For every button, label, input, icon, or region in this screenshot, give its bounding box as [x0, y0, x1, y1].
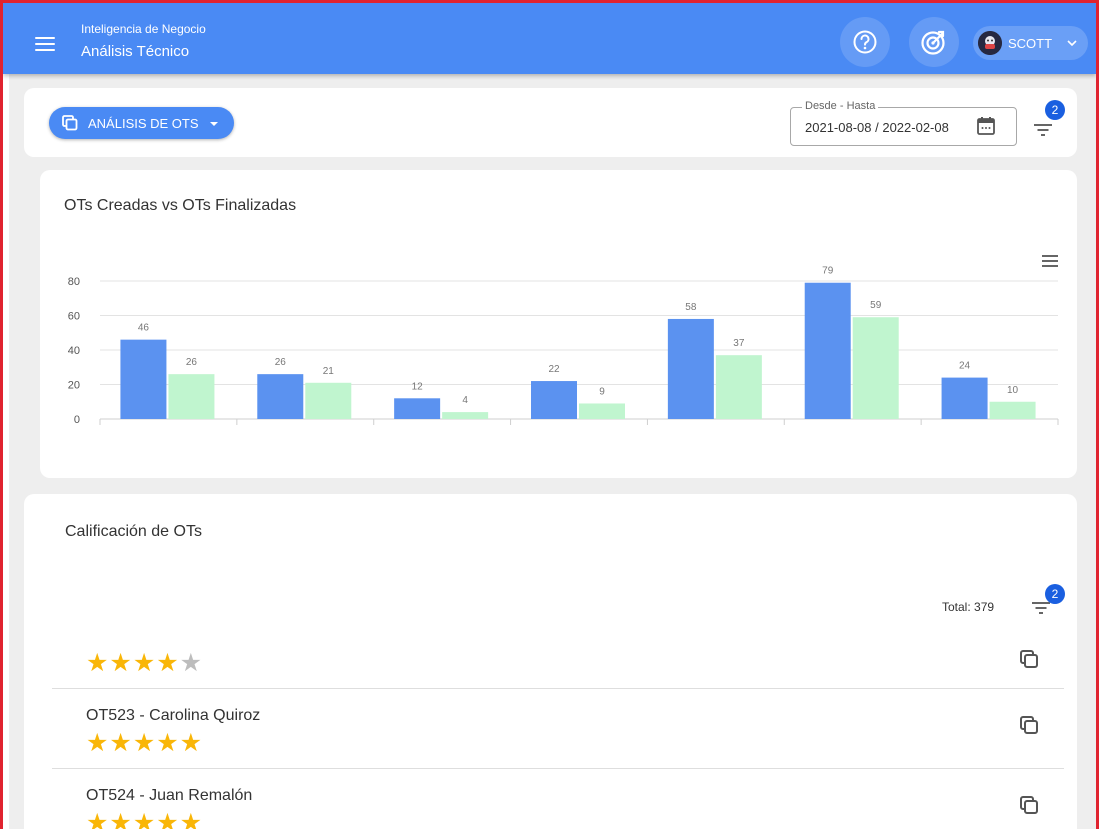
- data-label: 26: [275, 357, 287, 368]
- data-label: 9: [599, 386, 605, 397]
- total-count: Total: 379: [942, 600, 995, 614]
- filter-button[interactable]: 2: [1030, 100, 1065, 148]
- bar[interactable]: [804, 282, 851, 419]
- chart-card: OTs Creadas vs OTs Finalizadas 0 20 40 60 80…: [40, 170, 1077, 478]
- rating-stars: ★★★★★: [86, 809, 204, 829]
- calendar-icon[interactable]: [976, 116, 996, 136]
- user-name: SCOTT: [1008, 36, 1053, 51]
- data-label: 37: [733, 338, 745, 349]
- goals-button[interactable]: [909, 17, 959, 67]
- app-header: Inteligencia de Negocio Análisis Técnico…: [3, 3, 1096, 74]
- y-tick-label: 20: [68, 380, 80, 392]
- page-title: Análisis Técnico: [81, 43, 190, 60]
- bar-chart: 0 20 40 60 80 46 26 12 22 58 79 24 26 21 4 9 37 59 10: [68, 266, 1059, 426]
- bar[interactable]: [579, 403, 625, 419]
- analysis-type-button[interactable]: ANÁLISIS DE OTS: [49, 107, 234, 139]
- toolbar-card: ANÁLISIS DE OTS Desde - Hasta 2021-08-08…: [24, 88, 1077, 157]
- list-item[interactable]: OT523 - Carolina Quiroz ★★★★★: [52, 688, 1064, 768]
- bar[interactable]: [989, 401, 1036, 419]
- bar[interactable]: [305, 382, 352, 419]
- bar[interactable]: [715, 355, 762, 419]
- copy-icon[interactable]: [1020, 650, 1040, 670]
- rating-list: ★★★★★ OT523 - Carolina Quiroz ★★★★★ OT52…: [24, 642, 1064, 829]
- data-label: 26: [186, 357, 198, 368]
- bar[interactable]: [394, 398, 441, 419]
- data-label: 22: [548, 364, 560, 375]
- y-tick-label: 40: [68, 345, 80, 357]
- bar[interactable]: [667, 318, 714, 419]
- main-content: ANÁLISIS DE OTS Desde - Hasta 2021-08-08…: [9, 74, 1096, 829]
- y-tick-label: 0: [74, 414, 80, 426]
- copy-icon[interactable]: [1020, 716, 1040, 736]
- caret-down-icon: [210, 122, 218, 126]
- rating-stars: ★★★★★: [86, 729, 204, 757]
- user-menu[interactable]: SCOTT: [973, 26, 1088, 60]
- filter-badge: 2: [1045, 100, 1065, 120]
- chevron-down-icon: [1067, 40, 1077, 47]
- data-label: 10: [1007, 385, 1019, 396]
- data-label: 12: [412, 381, 424, 392]
- date-range-legend: Desde - Hasta: [802, 100, 879, 112]
- bar[interactable]: [168, 374, 215, 419]
- avatar: [978, 31, 1002, 55]
- help-button[interactable]: [840, 17, 890, 67]
- date-range-field[interactable]: Desde - Hasta 2021-08-08 / 2022-02-08: [790, 100, 1017, 146]
- data-label: 79: [822, 266, 834, 277]
- data-label: 46: [138, 323, 150, 334]
- list-item[interactable]: OT524 - Juan Remalón ★★★★★: [52, 768, 1064, 829]
- list-item-name: OT524 - Juan Remalón: [86, 787, 253, 804]
- filter-icon: [1032, 602, 1050, 614]
- target-icon: [921, 30, 945, 55]
- rating-filter-badge: 2: [1045, 584, 1065, 604]
- rating-title: Calificación de OTs: [65, 523, 202, 540]
- copy-icon: [62, 115, 78, 131]
- help-icon: [853, 30, 877, 54]
- rating-card: Calificación de OTs Total: 379 2 ★★★★★ O…: [24, 494, 1077, 829]
- bar[interactable]: [442, 412, 489, 419]
- filter-icon: [1034, 124, 1052, 136]
- list-item[interactable]: ★★★★★: [52, 642, 1064, 676]
- analysis-button-label: ANÁLISIS DE OTS: [88, 116, 199, 131]
- bar[interactable]: [852, 317, 899, 419]
- list-item-name: OT523 - Carolina Quiroz: [86, 707, 261, 724]
- header-subtitle: Inteligencia de Negocio: [81, 22, 206, 36]
- data-label: 24: [959, 361, 971, 372]
- rating-filter-button[interactable]: 2: [1032, 584, 1066, 622]
- bar[interactable]: [941, 377, 988, 419]
- y-tick-label: 80: [68, 276, 80, 288]
- data-label: 59: [870, 300, 882, 311]
- data-label: 4: [462, 395, 468, 406]
- bar[interactable]: [531, 381, 577, 419]
- bar[interactable]: [257, 374, 304, 419]
- copy-icon[interactable]: [1020, 796, 1040, 816]
- bar[interactable]: [120, 339, 167, 419]
- date-range-value: 2021-08-08 / 2022-02-08: [805, 120, 949, 135]
- y-tick-label: 60: [68, 311, 80, 323]
- menu-icon[interactable]: [35, 37, 55, 51]
- rating-stars: ★★★★★: [86, 649, 204, 677]
- data-label: 58: [685, 302, 697, 313]
- data-label: 21: [323, 366, 335, 377]
